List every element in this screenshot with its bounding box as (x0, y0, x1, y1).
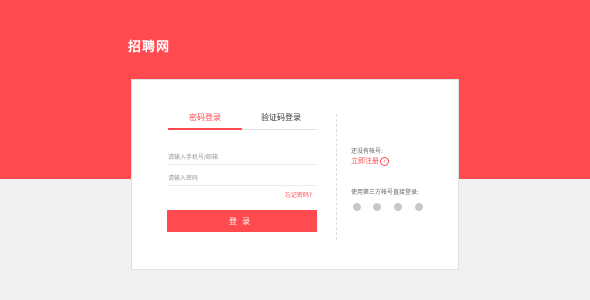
login-tabs: 密码登录 验证码登录 (168, 105, 317, 130)
login-card: 密码登录 验证码登录 忘记密码? 登录 还没有帐号: 立即注册› 使用第三方帐号… (131, 79, 459, 270)
site-logo[interactable]: 招聘网 (128, 36, 170, 55)
register-link[interactable]: 立即注册 › (351, 156, 389, 166)
social-login-icons (351, 203, 431, 213)
vertical-divider (336, 114, 337, 240)
douban-icon[interactable] (415, 203, 423, 211)
third-party-login-text: 使用第三方帐号直接登录: (351, 189, 420, 196)
tab-sms-login[interactable]: 验证码登录 (261, 112, 301, 123)
login-button[interactable]: 登录 (167, 210, 317, 232)
weibo-icon[interactable] (353, 203, 361, 211)
password-input[interactable] (168, 168, 317, 189)
tab-password-login[interactable]: 密码登录 (189, 112, 221, 123)
forgot-password-link[interactable]: 忘记密码? (285, 190, 312, 199)
password-field (168, 165, 317, 189)
qq-icon[interactable] (394, 203, 402, 211)
account-field (168, 144, 317, 168)
wechat-icon[interactable] (373, 203, 381, 211)
arrow-right-icon: › (380, 156, 389, 166)
register-label: 立即注册 (351, 157, 379, 165)
active-tab-indicator (168, 128, 242, 130)
no-account-text: 还没有帐号: (351, 148, 384, 155)
